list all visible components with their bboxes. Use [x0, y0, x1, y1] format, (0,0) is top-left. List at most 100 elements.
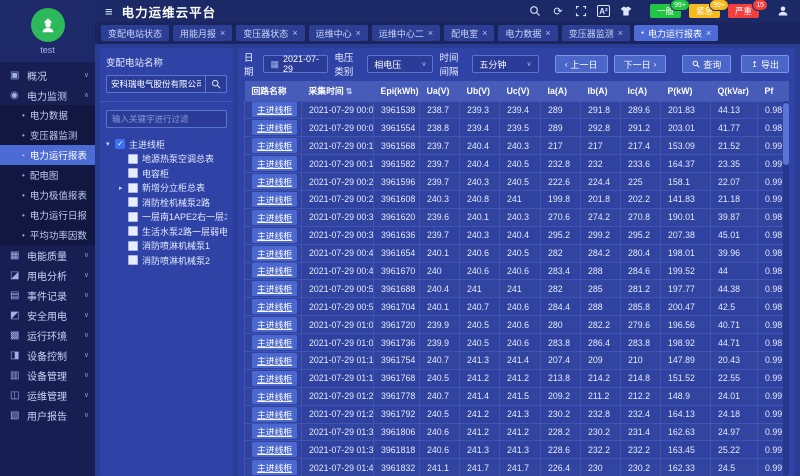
station-search-input[interactable] [106, 75, 205, 93]
user-profile[interactable]: test [0, 0, 95, 62]
theme-icon[interactable] [619, 4, 633, 18]
tree-node-新增分立柜总表[interactable]: ▸新增分立柜总表 [106, 181, 227, 196]
circuit-link[interactable]: 主进线柜 [252, 317, 297, 332]
refresh-icon[interactable]: ⟳ [551, 4, 565, 18]
alarm-badge[interactable]: 紧急99+ [689, 4, 720, 18]
tab-变压器监测[interactable]: 变压器监测× [562, 25, 630, 41]
sidebar-item-设备控制[interactable]: ◨设备控制∨ [0, 345, 95, 365]
tab-变配电站状态[interactable]: 变配电站状态 [101, 25, 169, 41]
close-icon[interactable]: × [618, 28, 623, 38]
close-icon[interactable]: × [706, 28, 711, 38]
circuit-link[interactable]: 主进线柜 [252, 407, 297, 422]
menu-toggle-icon[interactable]: ≡ [105, 4, 113, 19]
tab-配电室[interactable]: 配电室× [444, 25, 494, 41]
table-scrollbar[interactable] [783, 101, 789, 476]
sidebar-item-用电分析[interactable]: ◪用电分析∨ [0, 265, 95, 285]
sidebar-item-运维管理[interactable]: ◫运维管理∨ [0, 385, 95, 405]
tree-node-消防喷淋机械泵1[interactable]: 消防喷淋机械泵1 [106, 239, 227, 254]
column-header-采集时间[interactable]: 采集时间⇅ [302, 81, 374, 101]
tree-node-一层南1APE2右一层北1APE1左[interactable]: 一层南1APE2右一层北1APE1左 [106, 210, 227, 225]
tab-运维中心二[interactable]: 运维中心二× [372, 25, 440, 41]
circuit-link[interactable]: 主进线柜 [252, 120, 297, 135]
tab-运维中心[interactable]: 运维中心× [309, 25, 368, 41]
date-picker[interactable]: ▦ 2021-07-29 [263, 55, 328, 73]
sidebar-item-用户报告[interactable]: ▧用户报告∨ [0, 405, 95, 425]
sidebar-item-运行环境[interactable]: ▩运行环境∨ [0, 325, 95, 345]
query-button[interactable]: 查询 [682, 55, 731, 73]
circuit-link[interactable]: 主进线柜 [252, 138, 297, 153]
circuit-link[interactable]: 主进线柜 [252, 174, 297, 189]
search-icon[interactable] [528, 4, 542, 18]
sidebar-item-安全用电[interactable]: ◩安全用电∨ [0, 305, 95, 325]
circuit-link[interactable]: 主进线柜 [252, 335, 297, 350]
sidebar-item-电力极值报表[interactable]: 电力极值报表 [0, 185, 95, 205]
tree-checkbox[interactable] [128, 197, 138, 207]
close-icon[interactable]: × [292, 28, 297, 38]
circuit-link[interactable]: 主进线柜 [252, 210, 297, 225]
user-icon[interactable] [776, 4, 790, 18]
tab-变压器状态[interactable]: 变压器状态× [236, 25, 304, 41]
circuit-link[interactable]: 主进线柜 [252, 228, 297, 243]
tree-node-主进线柜[interactable]: ▾主进线柜 [106, 137, 227, 152]
sidebar-item-平均功率因数[interactable]: 平均功率因数 [0, 225, 95, 245]
circuit-link[interactable]: 主进线柜 [252, 156, 297, 171]
scrollbar-thumb[interactable] [783, 103, 789, 165]
alarm-badge[interactable]: 一般99+ [650, 4, 681, 18]
tree-checkbox[interactable] [128, 212, 138, 222]
tree-checkbox[interactable] [128, 168, 138, 178]
sidebar-item-电力运行日报[interactable]: 电力运行日报 [0, 205, 95, 225]
alarm-badge[interactable]: 严重15 [728, 4, 759, 18]
tree-node-地源热泵空调总表[interactable]: 地源热泵空调总表 [106, 152, 227, 167]
sidebar-item-电力运行报表[interactable]: 电力运行报表 [0, 145, 95, 165]
circuit-link[interactable]: 主进线柜 [252, 192, 297, 207]
tab-电力数据[interactable]: 电力数据× [498, 25, 557, 41]
tree-checkbox[interactable] [128, 183, 138, 193]
tree-checkbox[interactable] [128, 241, 138, 251]
sidebar-item-变压器监测[interactable]: 变压器监测 [0, 125, 95, 145]
tree-checkbox[interactable] [115, 139, 125, 149]
sidebar-item-配电图[interactable]: 配电图 [0, 165, 95, 185]
translate-icon[interactable]: A² [597, 5, 610, 17]
sidebar-item-电力监测[interactable]: ◉电力监测∧ [0, 85, 95, 105]
interval-select[interactable]: 五分钟 ∨ [472, 55, 538, 73]
close-icon[interactable]: × [220, 28, 225, 38]
station-search-button[interactable] [205, 75, 227, 93]
close-icon[interactable]: × [428, 28, 433, 38]
tree-checkbox[interactable] [128, 154, 138, 164]
close-icon[interactable]: × [482, 28, 487, 38]
circuit-link[interactable]: 主进线柜 [252, 371, 297, 386]
circuit-link[interactable]: 主进线柜 [252, 353, 297, 368]
sidebar-item-设备管理[interactable]: ▥设备管理∨ [0, 365, 95, 385]
fullscreen-icon[interactable] [574, 4, 588, 18]
export-button[interactable]: ↥导出 [741, 55, 789, 73]
tree-node-消防喷淋机械泵2[interactable]: 消防喷淋机械泵2 [106, 253, 227, 268]
next-day-button[interactable]: 下一日› [614, 55, 667, 73]
tree-filter-input[interactable] [106, 110, 227, 128]
voltage-type-select[interactable]: 相电压 ∨ [367, 55, 433, 73]
circuit-link[interactable]: 主进线柜 [252, 246, 297, 261]
tree-node-消防栓机械泵2路[interactable]: 消防栓机械泵2路 [106, 195, 227, 210]
sidebar-item-事件记录[interactable]: ▤事件记录∨ [0, 285, 95, 305]
tree-node-电容柜[interactable]: 电容柜 [106, 166, 227, 181]
circuit-link[interactable]: 主进线柜 [252, 299, 297, 314]
tab-电力运行报表[interactable]: ●电力运行报表× [634, 25, 718, 41]
sort-icon[interactable]: ⇅ [346, 87, 353, 96]
prev-day-button[interactable]: ‹上一日 [555, 55, 608, 73]
tree-checkbox[interactable] [128, 226, 138, 236]
sidebar-item-电力数据[interactable]: 电力数据 [0, 105, 95, 125]
sidebar-item-概况[interactable]: ▣概况∨ [0, 65, 95, 85]
circuit-link[interactable]: 主进线柜 [252, 424, 297, 439]
tree-node-生活水泵2路一层弱电房[interactable]: 生活水泵2路一层弱电房 [106, 224, 227, 239]
circuit-link[interactable]: 主进线柜 [252, 442, 297, 457]
circuit-link[interactable]: 主进线柜 [252, 281, 297, 296]
tab-用能月报[interactable]: 用能月报× [173, 25, 232, 41]
close-icon[interactable]: × [545, 28, 550, 38]
close-icon[interactable]: × [356, 28, 361, 38]
sidebar-item-电能质量[interactable]: ▦电能质量∨ [0, 245, 95, 265]
tree-checkbox[interactable] [128, 255, 138, 265]
caret-down-icon[interactable]: ▾ [106, 140, 115, 148]
circuit-link[interactable]: 主进线柜 [252, 389, 297, 404]
caret-right-icon[interactable]: ▸ [119, 184, 128, 192]
circuit-link[interactable]: 主进线柜 [252, 102, 297, 117]
circuit-link[interactable]: 主进线柜 [252, 263, 297, 278]
